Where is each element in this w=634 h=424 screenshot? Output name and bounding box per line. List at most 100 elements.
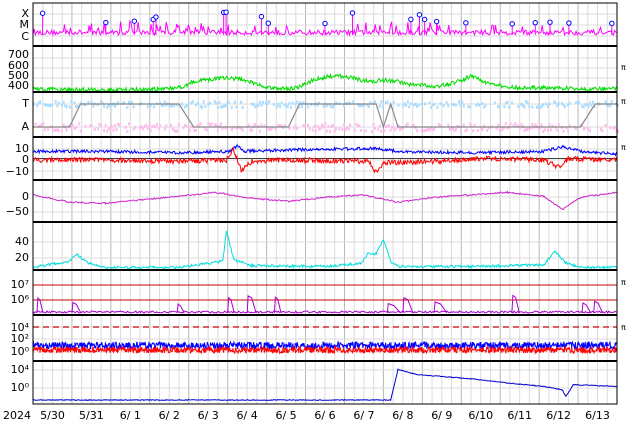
sector-a-dot [127,122,130,126]
sector-a-dot [146,126,149,130]
sector-t-dot [484,104,487,108]
sector-a-dot [156,122,159,126]
sector-t-dot [526,101,529,105]
sector-t-dot [173,104,176,108]
sector-t-dot [523,105,526,109]
sector-t-dot [578,100,581,104]
panel3-right-mark: π [621,97,626,106]
sector-a-dot [588,129,591,133]
sector-a-dot [159,124,162,128]
sector-t-dot [272,102,275,106]
sector-t-dot [260,103,263,107]
sector-t-dot [201,105,204,109]
sector-a-dot [65,128,68,132]
sector-t-dot [126,105,129,109]
sector-t-dot [57,101,60,105]
sector-t-dot [459,103,462,107]
sector-t-dot [325,104,328,108]
x-tick-label: 5/31 [79,409,104,422]
sector-a-dot [319,127,322,131]
sector-a-dot [349,123,352,127]
sector-a-dot [134,125,137,129]
panel5-ytick-0: 0 [22,190,29,203]
sector-t-dot [406,100,409,104]
sector-a-dot [338,127,341,131]
sector-t-dot [557,102,560,106]
sector-a-dot [567,129,570,133]
label-layer: X M C 700 600 500 400 T A 10 0 −10 0 −50… [3,7,626,422]
sector-a-dot [465,128,468,132]
flare-marker [566,20,572,26]
sector-a-dot [185,124,188,128]
sector-a-dot [322,125,325,129]
sector-t-dot [610,100,613,104]
sector-a-dot [433,127,436,131]
sector-t-dot [280,101,283,105]
sector-a-dot [75,125,78,129]
sector-t-dot [481,102,484,106]
sector-t-dot [392,100,395,104]
sector-t-dot [397,103,400,107]
sector-a-dot [459,129,462,133]
sector-t-dot [289,105,292,109]
sector-t-dot [493,101,496,105]
x-tick-label: 5/30 [40,409,65,422]
panel9-ytick-1e0: 10⁰ [11,381,30,394]
sector-a-dot [472,129,475,133]
sector-t-dot [227,100,230,104]
sector-t-dot [117,100,120,104]
sector-t-dot [455,103,458,107]
sector-a-dot [383,129,386,133]
x-tick-label: 6/ 1 [120,409,141,422]
sector-t-dot [62,100,65,104]
x-tick-label: 6/12 [546,409,571,422]
sector-a-dot [342,123,345,127]
flare-marker [131,18,138,24]
sector-t-dot [542,103,545,107]
sector-t-dot [215,101,218,105]
sector-t-dot [436,105,439,109]
panel2-right-mark: π [621,63,626,72]
sector-t-dot [103,104,106,108]
sector-t-dot [386,100,389,104]
sector-a-dot [313,125,316,129]
sector-t-dot [90,100,93,104]
panel8-right-mark: π [621,323,626,332]
x-year-label: 2024 [3,409,31,422]
sector-a-dot [504,122,507,126]
sector-t-dot [409,102,412,106]
panel2-ytick-400: 400 [8,79,29,92]
sector-a-dot [370,129,373,133]
sector-a-dot [165,124,168,128]
sector-t-dot [235,105,238,109]
sector-t-dot [381,105,384,109]
sector-t-dot [417,103,420,107]
sector-t-dot [420,102,423,106]
sector-t-dot [230,105,233,109]
sector-t-dot [498,104,501,108]
sector-t-dot [261,100,264,104]
sector-a-dot [531,122,534,126]
x-tick-label: 6/13 [585,409,610,422]
panel8-ytick-1e0: 10⁰ [11,345,30,358]
sector-t-dot [568,101,571,105]
sector-a-dot [556,128,559,132]
sector-a-dot [177,123,180,127]
sector-t-dot [50,104,53,108]
sector-t-dot [240,100,243,104]
sector-a-dot [327,125,330,129]
sector-a-dot [372,122,375,126]
sector-a-dot [377,128,380,132]
sector-t-dot [442,104,445,108]
sector-t-dot [554,101,557,105]
sector-a-dot [78,122,81,126]
sector-a-dot [324,122,327,126]
sector-a-dot [388,124,391,128]
sector-t-dot [61,103,64,107]
panel6-ytick-20: 20 [15,251,29,264]
sector-t-dot [73,101,76,105]
sector-t-dot [36,104,39,108]
flare-marker [223,9,229,15]
panel7-ytick-1e6: 10⁶ [11,293,30,306]
flare-marker [547,19,553,25]
